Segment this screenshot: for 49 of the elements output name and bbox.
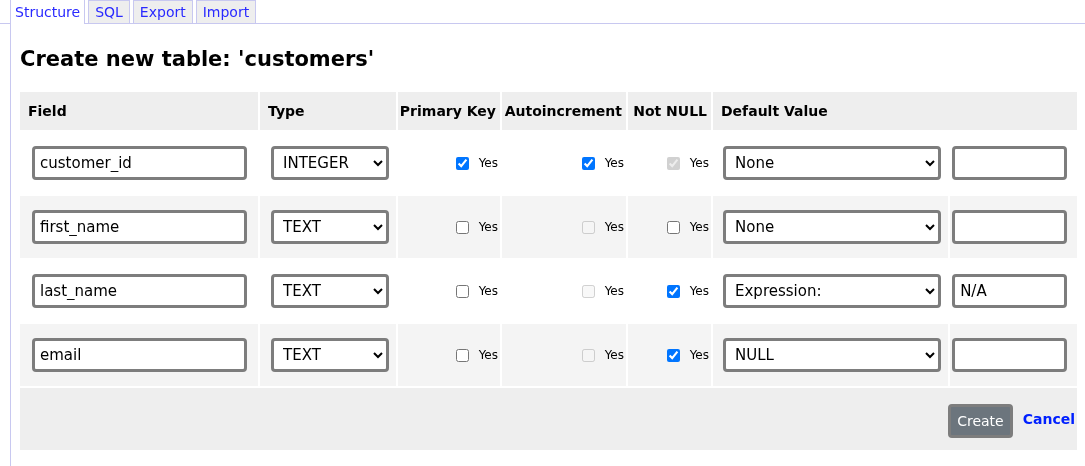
tab[interactable]: Structure [10, 0, 86, 24]
default-value-input[interactable] [952, 338, 1068, 372]
tab[interactable]: Export [132, 0, 193, 23]
field-name-input[interactable]: last_name [32, 274, 247, 308]
checkbox[interactable] [581, 156, 595, 170]
column-header: Primary Key [398, 92, 500, 130]
column-header: Default Value [713, 92, 1077, 130]
tab[interactable]: Import [195, 0, 257, 23]
checkbox-label: Yes [689, 283, 709, 301]
column-header: Autoincrement [502, 92, 626, 130]
field-name-input[interactable]: email [32, 338, 247, 372]
checkbox[interactable] [455, 348, 469, 362]
default-select[interactable]: None [723, 146, 941, 180]
field-name-input[interactable]: first_name [32, 210, 247, 244]
checkbox-label: Yes [689, 219, 709, 237]
type-select[interactable]: TEXT [271, 210, 389, 244]
checkbox-label: Yes [604, 155, 624, 173]
field-name-input[interactable]: customer_id [32, 146, 247, 180]
create-button[interactable]: Create [948, 404, 1013, 438]
checkbox-label: Yes [478, 347, 498, 365]
page-heading: Create new table: 'customers' [20, 46, 376, 73]
default-select[interactable]: Expression: [723, 274, 941, 308]
checkbox[interactable] [666, 220, 680, 234]
default-value-input[interactable]: N/A [952, 274, 1068, 308]
column-header: Type [260, 92, 396, 130]
checkbox-label: Yes [604, 219, 624, 237]
checkbox-label: Yes [478, 219, 498, 237]
default-select[interactable]: None [723, 210, 941, 244]
checkbox-label: Yes [689, 347, 709, 365]
default-value-input[interactable] [952, 210, 1068, 244]
default-value-input[interactable] [952, 146, 1068, 180]
type-select[interactable]: TEXT [271, 338, 389, 372]
checkbox-label: Yes [478, 283, 498, 301]
cancel-link[interactable]: Cancel [1022, 408, 1075, 430]
checkbox-label: Yes [604, 347, 624, 365]
column-header: Field [20, 92, 258, 130]
checkbox[interactable] [455, 156, 469, 170]
tab[interactable]: SQL [88, 0, 130, 23]
type-select[interactable]: INTEGER [271, 146, 389, 180]
checkbox[interactable] [455, 284, 469, 298]
checkbox-label: Yes [478, 155, 498, 173]
checkbox-label: Yes [689, 155, 709, 173]
checkbox[interactable] [455, 220, 469, 234]
default-select[interactable]: NULL [723, 338, 941, 372]
column-header: Not NULL [628, 92, 711, 130]
checkbox[interactable] [666, 284, 680, 298]
type-select[interactable]: TEXT [271, 274, 389, 308]
checkbox[interactable] [666, 348, 680, 362]
checkbox-label: Yes [604, 283, 624, 301]
